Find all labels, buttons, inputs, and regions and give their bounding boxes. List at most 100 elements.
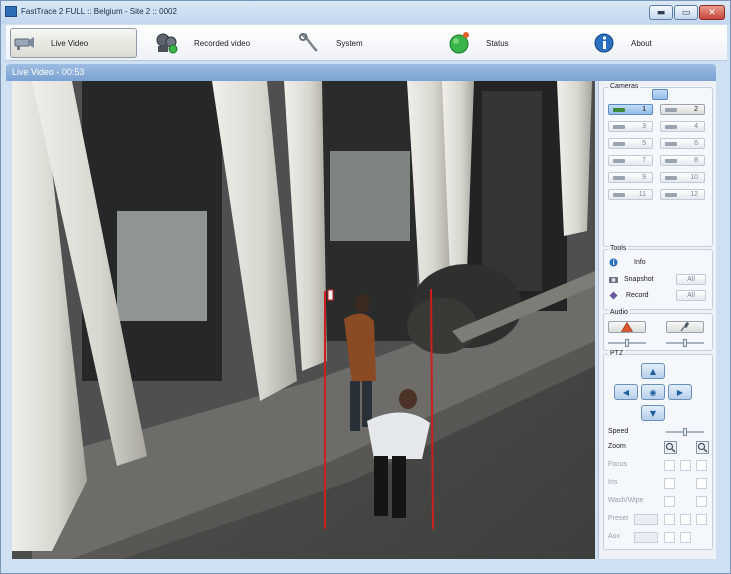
speed-label: Speed [608, 428, 629, 435]
status-indicator-icon [446, 31, 472, 55]
status-strip [6, 559, 716, 569]
camera-button-1[interactable]: 1 [608, 104, 653, 115]
preset-save-button[interactable] [680, 514, 691, 525]
ptz-right-button[interactable]: ▶ [668, 384, 692, 400]
snapshot-all-label: All [687, 276, 695, 283]
live-video-header: Live Video - 00:53 [6, 64, 716, 81]
about-label: About [631, 38, 652, 48]
about-button[interactable]: About [591, 28, 701, 58]
live-video-feed[interactable] [12, 81, 595, 559]
aux-field[interactable] [634, 532, 658, 543]
title-bar: FastTrace 2 FULL :: Belgium - Site 2 :: … [1, 1, 730, 24]
camera-icon [11, 31, 37, 55]
tools-group: Tools Info Snapshot All Record All [603, 245, 713, 310]
wrench-icon [296, 31, 322, 55]
recorded-video-button[interactable]: Recorded video [154, 28, 284, 58]
speaker-volume-slider[interactable] [608, 339, 646, 347]
record-all-button[interactable]: All [676, 290, 706, 301]
camera-icon [613, 193, 625, 197]
camera-icon [613, 125, 625, 129]
camera-button-label: 5 [642, 140, 646, 147]
focus-far-button[interactable] [696, 460, 707, 471]
camera-button-label: 2 [694, 106, 698, 113]
camera-button-label: 4 [694, 123, 698, 130]
iris-close-button[interactable] [664, 478, 675, 489]
iris-open-button[interactable] [696, 478, 707, 489]
maximize-button[interactable]: ▭ [674, 5, 698, 20]
microphone-volume-slider[interactable] [666, 339, 704, 347]
ptz-speed-knob[interactable] [683, 428, 687, 436]
camera-button-12[interactable]: 12 [660, 189, 705, 200]
control-panel: Cameras 1 2 3 4 5 6 7 8 9 10 11 12 Tools Info Snaps… [598, 81, 716, 559]
status-label: Status [486, 38, 509, 48]
ptz-speed-slider[interactable] [666, 428, 704, 436]
ptz-up-button[interactable]: ▲ [641, 363, 665, 379]
info-icon [609, 258, 618, 267]
camera-button-11[interactable]: 11 [608, 189, 653, 200]
camera-button-label: 6 [694, 140, 698, 147]
live-video-label: Live Video [51, 38, 89, 48]
ptz-down-button[interactable]: ▼ [641, 405, 665, 421]
camera-button-6[interactable]: 6 [660, 138, 705, 149]
camera-button-7[interactable]: 7 [608, 155, 653, 166]
zoom-out-button[interactable] [664, 441, 677, 454]
info-label[interactable]: Info [634, 259, 646, 266]
record-label[interactable]: Record [626, 292, 649, 299]
snapshot-all-button[interactable]: All [676, 274, 706, 285]
camera-button-5[interactable]: 5 [608, 138, 653, 149]
camera-icon [665, 125, 677, 129]
preset-field[interactable] [634, 514, 658, 525]
camera-button-4[interactable]: 4 [660, 121, 705, 132]
camera-icon [613, 142, 625, 146]
aux-off-button[interactable] [680, 532, 691, 543]
arrow-right-icon: ▶ [676, 387, 684, 397]
ptz-center-button[interactable]: ◉ [641, 384, 665, 400]
camera-button-8[interactable]: 8 [660, 155, 705, 166]
camera-button-3[interactable]: 3 [608, 121, 653, 132]
center-icon: ◉ [649, 387, 657, 397]
close-button[interactable]: ✕ [699, 5, 725, 20]
arrow-down-icon: ▼ [649, 408, 657, 418]
cameras-group: Cameras 1 2 3 4 5 6 7 8 9 10 11 12 [603, 83, 713, 247]
system-button[interactable]: System [296, 28, 406, 58]
camera-icon [665, 108, 677, 112]
live-video-button[interactable]: Live Video [10, 28, 137, 58]
wash-button[interactable] [664, 496, 675, 507]
camera-button-label: 9 [642, 174, 646, 181]
speaker-volume-knob[interactable] [625, 339, 629, 347]
camera-button-2[interactable]: 2 [660, 104, 705, 115]
system-label: System [336, 38, 363, 48]
iris-label: Iris [608, 479, 618, 486]
audio-group: Audio [603, 309, 713, 351]
minimize-button[interactable]: ▬ [649, 5, 673, 20]
snapshot-icon [609, 277, 618, 283]
snapshot-label[interactable]: Snapshot [624, 276, 654, 283]
audio-title: Audio [608, 309, 630, 316]
camera-button-9[interactable]: 9 [608, 172, 653, 183]
speaker-warning-icon [621, 322, 633, 332]
focus-near-button[interactable] [664, 460, 675, 471]
camera-button-label: 11 [638, 191, 646, 198]
preset-goto-button[interactable] [664, 514, 675, 525]
camera-button-label: 10 [690, 174, 698, 181]
microphone-volume-knob[interactable] [683, 339, 687, 347]
aux-on-button[interactable] [664, 532, 675, 543]
ptz-left-button[interactable]: ◀ [614, 384, 638, 400]
preset-clear-button[interactable] [696, 514, 707, 525]
status-button[interactable]: Status [446, 28, 556, 58]
ptz-title: PTZ [608, 350, 626, 357]
window-title: FastTrace 2 FULL :: Belgium - Site 2 :: … [21, 7, 177, 16]
camera-icon [665, 159, 677, 163]
record-all-label: All [687, 292, 695, 299]
camera-view-image [12, 81, 595, 559]
microphone-button[interactable] [666, 321, 704, 333]
focus-auto-button[interactable] [680, 460, 691, 471]
arrow-up-icon: ▲ [649, 366, 657, 376]
camera-icon [613, 108, 625, 112]
application-window: FastTrace 2 FULL :: Belgium - Site 2 :: … [0, 0, 731, 574]
camera-selector-icon[interactable] [652, 89, 668, 100]
camera-button-10[interactable]: 10 [660, 172, 705, 183]
wipe-button[interactable] [696, 496, 707, 507]
speaker-button[interactable] [608, 321, 646, 333]
zoom-in-button[interactable] [696, 441, 709, 454]
